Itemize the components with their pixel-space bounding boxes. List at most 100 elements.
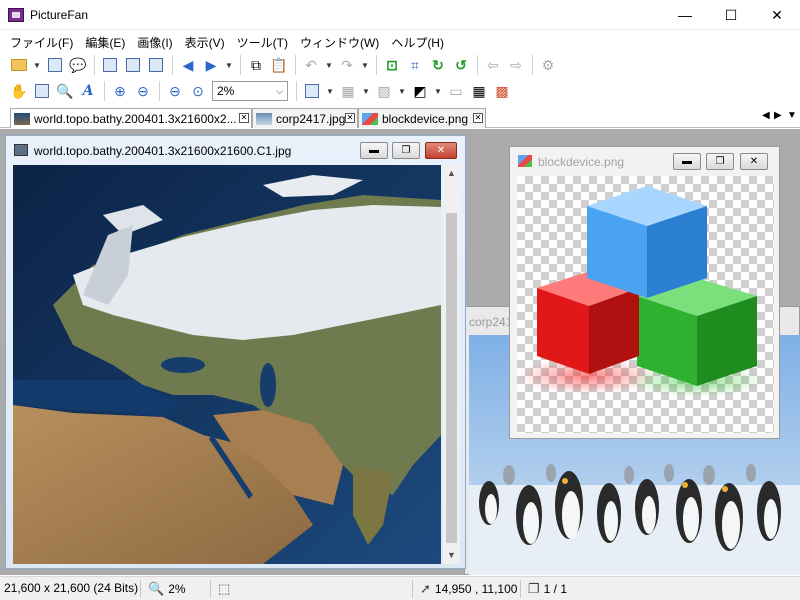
zoom-fit-button[interactable]: ⊖	[164, 80, 186, 102]
tab-close-icon[interactable]: ✕	[473, 113, 483, 123]
zoom-in-button[interactable]: ⊕	[109, 80, 131, 102]
status-zoom: 🔍 2%	[148, 581, 186, 597]
select-tool-button[interactable]	[31, 80, 53, 102]
gear-icon: ⚙	[541, 56, 555, 73]
undo-button[interactable]: ↶	[300, 54, 322, 76]
contrast-icon: ◩	[413, 82, 427, 99]
zoom-out-button[interactable]: ⊖	[132, 80, 154, 102]
menu-file[interactable]: ファイル(F)	[4, 31, 79, 51]
hand-tool-button[interactable]: ✋	[8, 80, 30, 102]
close-button[interactable]: ✕	[754, 0, 800, 30]
background-button[interactable]: ▦	[337, 80, 359, 102]
slideshow-icon	[103, 58, 117, 72]
redo-button[interactable]: ↷	[336, 54, 358, 76]
toolbar-separator	[104, 81, 105, 101]
tab-blockdevice[interactable]: blockdevice.png ✕	[358, 108, 486, 128]
zoom-tool-button[interactable]: 🔍	[54, 80, 76, 102]
grid-overlay-button[interactable]	[301, 80, 323, 102]
image-window-world[interactable]: world.topo.bathy.200401.3x21600x21600.C1…	[5, 135, 466, 569]
scroll-up-icon[interactable]: ▲	[443, 165, 460, 182]
background-dropdown-button[interactable]: ▼	[360, 80, 372, 102]
prev-image-button[interactable]: ◀	[177, 54, 199, 76]
open-folder-button[interactable]	[8, 54, 30, 76]
save-icon	[48, 58, 62, 72]
settings-button[interactable]: ⚙	[537, 54, 559, 76]
grid-dropdown-button[interactable]: ▼	[324, 80, 336, 102]
status-coords-value: 14,950 , 11,100	[434, 582, 518, 596]
minimize-button[interactable]: —	[662, 0, 708, 30]
window-titlebar[interactable]: blockdevice.png ▬ ❐ ✕	[510, 147, 779, 175]
open-dropdown-button[interactable]: ▼	[31, 54, 43, 76]
image-window-blockdevice[interactable]: blockdevice.png ▬ ❐ ✕	[509, 146, 780, 439]
contrast-button[interactable]: ◩	[409, 80, 431, 102]
zoom-actual-button[interactable]: ⊙	[187, 80, 209, 102]
tab-corp[interactable]: corp2417.jpg ✕	[252, 108, 358, 128]
paste-button[interactable]: 📋	[268, 54, 290, 76]
next-image-button[interactable]: ▶	[200, 54, 222, 76]
copy-button[interactable]: ⧉	[245, 54, 267, 76]
text-tool-button[interactable]: A	[77, 80, 99, 102]
zoom-icon: 🔍	[148, 581, 165, 596]
tab-scroll-right-icon[interactable]: ▶	[774, 110, 782, 121]
undo-dropdown-button[interactable]: ▼	[323, 54, 335, 76]
contrast-dropdown-button[interactable]: ▼	[432, 80, 444, 102]
transparency-dropdown-button[interactable]: ▼	[396, 80, 408, 102]
window-minimize-button[interactable]: ▬	[673, 153, 701, 170]
panel-button[interactable]: ▭	[445, 80, 467, 102]
menu-tools[interactable]: ツール(T)	[231, 31, 294, 51]
menu-help[interactable]: ヘルプ(H)	[385, 31, 450, 51]
tile-button[interactable]: ▦	[468, 80, 490, 102]
tab-world[interactable]: world.topo.bathy.200401.3x21600x2... ✕	[10, 108, 252, 128]
app-title: PictureFan	[30, 8, 89, 22]
nav-dropdown-button[interactable]: ▼	[223, 54, 235, 76]
rotate-left-button[interactable]: ↺	[450, 54, 472, 76]
back-button[interactable]: ⇦	[482, 54, 504, 76]
rotate-ccw-icon: ↺	[455, 56, 467, 73]
maximize-button[interactable]: ☐	[708, 0, 754, 30]
menu-edit[interactable]: 編集(E)	[79, 31, 131, 51]
zoom-select[interactable]: 2% ⌵	[212, 81, 288, 101]
slideshow-button[interactable]	[99, 54, 121, 76]
cursor-icon: ➚	[420, 581, 431, 596]
transparency-icon: ▧	[377, 82, 391, 99]
marquee-icon	[35, 84, 49, 98]
transparency-button[interactable]: ▧	[373, 80, 395, 102]
save-button[interactable]	[44, 54, 66, 76]
desktop-button[interactable]	[122, 54, 144, 76]
world-map-image	[13, 165, 441, 564]
tab-scroll-left-icon[interactable]: ◀	[762, 110, 770, 121]
scrollbar-thumb[interactable]	[446, 213, 457, 543]
toolbar-separator	[240, 55, 241, 75]
window-minimize-button[interactable]: ▬	[360, 142, 388, 159]
main-toolbar: ▼ 💬 ◀ ▶ ▼ ⧉ 📋 ↶ ▼ ↷ ▼ ⊡ ⌗ ↻ ↺ ⇦ ⇨ ⚙	[0, 52, 800, 78]
image-icon	[518, 155, 532, 167]
speech-bubble-icon: 💬	[69, 56, 87, 73]
paste-icon: 📋	[270, 56, 288, 73]
menu-image[interactable]: 画像(I)	[131, 31, 178, 51]
redo-dropdown-button[interactable]: ▼	[359, 54, 371, 76]
fit-button[interactable]: ⊡	[381, 54, 403, 76]
crop-button[interactable]: ⌗	[404, 54, 426, 76]
palette-icon: ▩	[495, 82, 509, 99]
tab-list-icon[interactable]: ▼	[787, 110, 797, 121]
window-title: world.topo.bathy.200401.3x21600x21600.C1…	[34, 144, 292, 158]
window-close-button[interactable]: ✕	[740, 153, 768, 170]
comment-button[interactable]: 💬	[67, 54, 89, 76]
window-titlebar[interactable]: world.topo.bathy.200401.3x21600x21600.C1…	[6, 136, 465, 164]
window-restore-button[interactable]: ❐	[392, 142, 420, 159]
vertical-scrollbar[interactable]: ▲ ▼	[443, 165, 460, 564]
scroll-down-icon[interactable]: ▼	[443, 547, 460, 564]
arrow-right-icon: ▶	[205, 56, 217, 73]
rotate-cw-icon: ↻	[432, 56, 444, 73]
tab-close-icon[interactable]: ✕	[239, 113, 249, 123]
palette-button[interactable]: ▩	[491, 80, 513, 102]
window-close-button[interactable]: ✕	[425, 142, 457, 159]
tab-close-icon[interactable]: ✕	[345, 113, 355, 123]
menu-window[interactable]: ウィンドウ(W)	[294, 31, 385, 51]
rotate-right-button[interactable]: ↻	[427, 54, 449, 76]
menu-view[interactable]: 表示(V)	[179, 31, 231, 51]
status-zoom-value: 2%	[168, 582, 186, 596]
forward-button[interactable]: ⇨	[505, 54, 527, 76]
grid-view-button[interactable]	[145, 54, 167, 76]
window-restore-button[interactable]: ❐	[706, 153, 734, 170]
